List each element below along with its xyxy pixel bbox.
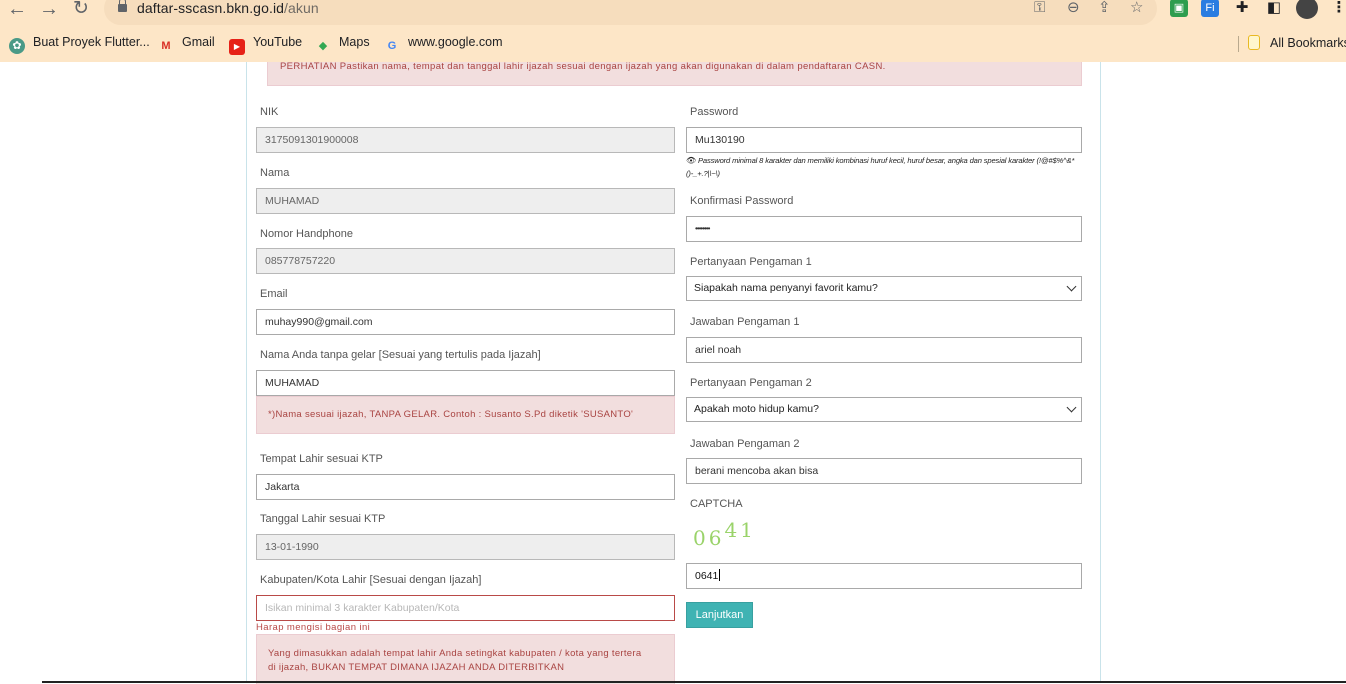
notice-text: PERHATIAN Pastikan nama, tempat dan tang… <box>280 61 886 72</box>
captcha-input[interactable]: 0641 <box>686 563 1082 589</box>
q1-label: Pertanyaan Pengaman 1 <box>690 256 812 268</box>
security-question-2-select[interactable]: Apakah moto hidup kamu? <box>686 397 1082 422</box>
bookmark-item[interactable]: ◆ Maps <box>315 35 370 54</box>
chevron-down-icon <box>1066 402 1077 413</box>
tempat-lahir-label: Tempat Lahir sesuai KTP <box>260 453 383 465</box>
security-question-1-select[interactable]: Siapakah nama penyanyi favorit kamu? <box>686 276 1082 301</box>
all-bookmarks[interactable]: All Bookmarks <box>1248 35 1346 50</box>
tanggal-lahir-label: Tanggal Lahir sesuai KTP <box>260 513 386 525</box>
profile-avatar[interactable] <box>1296 0 1318 19</box>
kabupaten-label: Kabupaten/Kota Lahir [Sesuai dengan Ijaz… <box>260 574 482 586</box>
kabupaten-field[interactable]: Isikan minimal 3 karakter Kabupaten/Kota <box>256 595 675 621</box>
nik-label: NIK <box>260 106 279 118</box>
hp-field[interactable]: 085778757220 <box>256 248 675 274</box>
google-icon: G <box>387 40 397 52</box>
lanjutkan-button[interactable]: Lanjutkan <box>686 602 753 628</box>
captcha-input-value: 0641 <box>695 570 719 582</box>
eye-icon[interactable]: 👁 <box>686 156 696 165</box>
extensions-puzzle-icon[interactable]: ✚ <box>1233 0 1251 17</box>
bookmark-item[interactable]: ✿ Buat Proyek Flutter... <box>9 35 150 54</box>
konfirmasi-password-field[interactable]: •••••••• <box>686 216 1082 242</box>
folder-icon <box>1248 35 1260 50</box>
hp-label: Nomor Handphone <box>260 228 353 240</box>
kabupaten-error: Harap mengisi bagian ini <box>256 622 371 633</box>
kabupaten-alert-line1: Yang dimasukkan adalah tempat lahir Anda… <box>268 648 642 659</box>
back-icon[interactable]: ← <box>6 0 28 20</box>
kabupaten-alert: Yang dimasukkan adalah tempat lahir Anda… <box>256 634 675 684</box>
tanggal-lahir-field[interactable]: 13-01-1990 <box>256 534 675 560</box>
chevron-down-icon <box>1066 281 1077 292</box>
extension-fi-icon[interactable]: Fi <box>1201 0 1219 17</box>
forward-icon[interactable]: → <box>38 0 60 20</box>
bookmarks-separator <box>1238 36 1239 52</box>
q2-selected: Apakah moto hidup kamu? <box>694 403 819 415</box>
bookmark-item[interactable]: ▶ YouTube <box>229 35 302 55</box>
nama-ijazah-field[interactable]: MUHAMAD <box>256 370 675 396</box>
bookmarks-bar: ✿ Buat Proyek Flutter... M Gmail ▶ YouTube … <box>0 33 1346 55</box>
registration-form: PERHATIAN Pastikan nama, tempat dan tang… <box>246 61 1101 684</box>
nama-ijazah-label: Nama Anda tanpa gelar [Sesuai yang tertu… <box>260 349 541 361</box>
gmail-icon: M <box>161 40 171 52</box>
security-answer-1-field[interactable]: ariel noah <box>686 337 1082 363</box>
nama-ijazah-alert-text: *)Nama sesuai ijazah, TANPA GELAR. Conto… <box>268 409 634 420</box>
maps-icon: ◆ <box>318 40 328 52</box>
q1-selected: Siapakah nama penyanyi favorit kamu? <box>694 282 878 294</box>
reload-icon[interactable]: ↻ <box>70 0 92 20</box>
konfirmasi-label: Konfirmasi Password <box>690 195 794 207</box>
nama-label: Nama <box>260 167 290 179</box>
zoom-icon[interactable]: ⊖ <box>1067 0 1080 16</box>
lock-icon[interactable] <box>118 0 127 12</box>
a1-label: Jawaban Pengaman 1 <box>690 316 800 328</box>
extension-green-icon[interactable]: ▣ <box>1170 0 1188 17</box>
youtube-icon: ▶ <box>229 39 245 55</box>
security-answer-2-field[interactable]: berani mencoba akan bisa <box>686 458 1082 484</box>
menu-kebab-icon[interactable]: ⋮ <box>1330 0 1346 17</box>
address-bar[interactable]: daftar-sscasn.bkn.go.id/akun ⚿ ⊖ ⇪ ☆ <box>104 0 1157 25</box>
password-hint-line2: ()-_+.?|\~\) <box>686 169 720 178</box>
bookmark-item[interactable]: M Gmail <box>158 35 214 54</box>
kabupaten-alert-line2: di ijazah, BUKAN TEMPAT DIMANA IJAZAH AN… <box>268 662 565 673</box>
nama-ijazah-alert: *)Nama sesuai ijazah, TANPA GELAR. Conto… <box>256 396 675 434</box>
text-caret <box>719 569 721 581</box>
nama-field[interactable]: MUHAMAD <box>256 188 675 214</box>
captcha-chars-b: 41 <box>724 518 756 542</box>
password-hint-line1: Password minimal 8 karakter dan memiliki… <box>697 156 1075 165</box>
flutter-project-icon: ✿ <box>9 38 25 54</box>
password-field[interactable]: Mu130190 <box>686 127 1082 153</box>
password-hint: 👁 Password minimal 8 karakter dan memili… <box>686 154 1074 180</box>
url-text[interactable]: daftar-sscasn.bkn.go.id/akun <box>137 0 319 16</box>
browser-toolbar: ← → ↻ daftar-sscasn.bkn.go.id/akun ⚿ ⊖ ⇪… <box>0 0 1346 62</box>
tempat-lahir-field[interactable]: Jakarta <box>256 474 675 500</box>
key-icon[interactable]: ⚿ <box>1034 0 1045 16</box>
password-label: Password <box>690 106 739 118</box>
captcha-chars-a: 06 <box>693 526 725 550</box>
q2-label: Pertanyaan Pengaman 2 <box>690 377 812 389</box>
captcha-label: CAPTCHA <box>690 498 743 510</box>
email-field[interactable]: muhay990@gmail.com <box>256 309 675 335</box>
share-icon[interactable]: ⇪ <box>1098 0 1111 16</box>
bookmark-star-icon[interactable]: ☆ <box>1130 0 1143 16</box>
kabupaten-placeholder: Isikan minimal 3 karakter Kabupaten/Kota <box>265 602 460 614</box>
a2-label: Jawaban Pengaman 2 <box>690 438 800 450</box>
notice-alert: PERHATIAN Pastikan nama, tempat dan tang… <box>267 61 1082 86</box>
captcha-image: 0641 <box>693 518 756 550</box>
bookmark-item[interactable]: Gwww.google.com <box>384 35 503 54</box>
email-label: Email <box>260 288 288 300</box>
side-panel-icon[interactable]: ◧ <box>1265 0 1283 17</box>
nik-field[interactable]: 3175091301900008 <box>256 127 675 153</box>
